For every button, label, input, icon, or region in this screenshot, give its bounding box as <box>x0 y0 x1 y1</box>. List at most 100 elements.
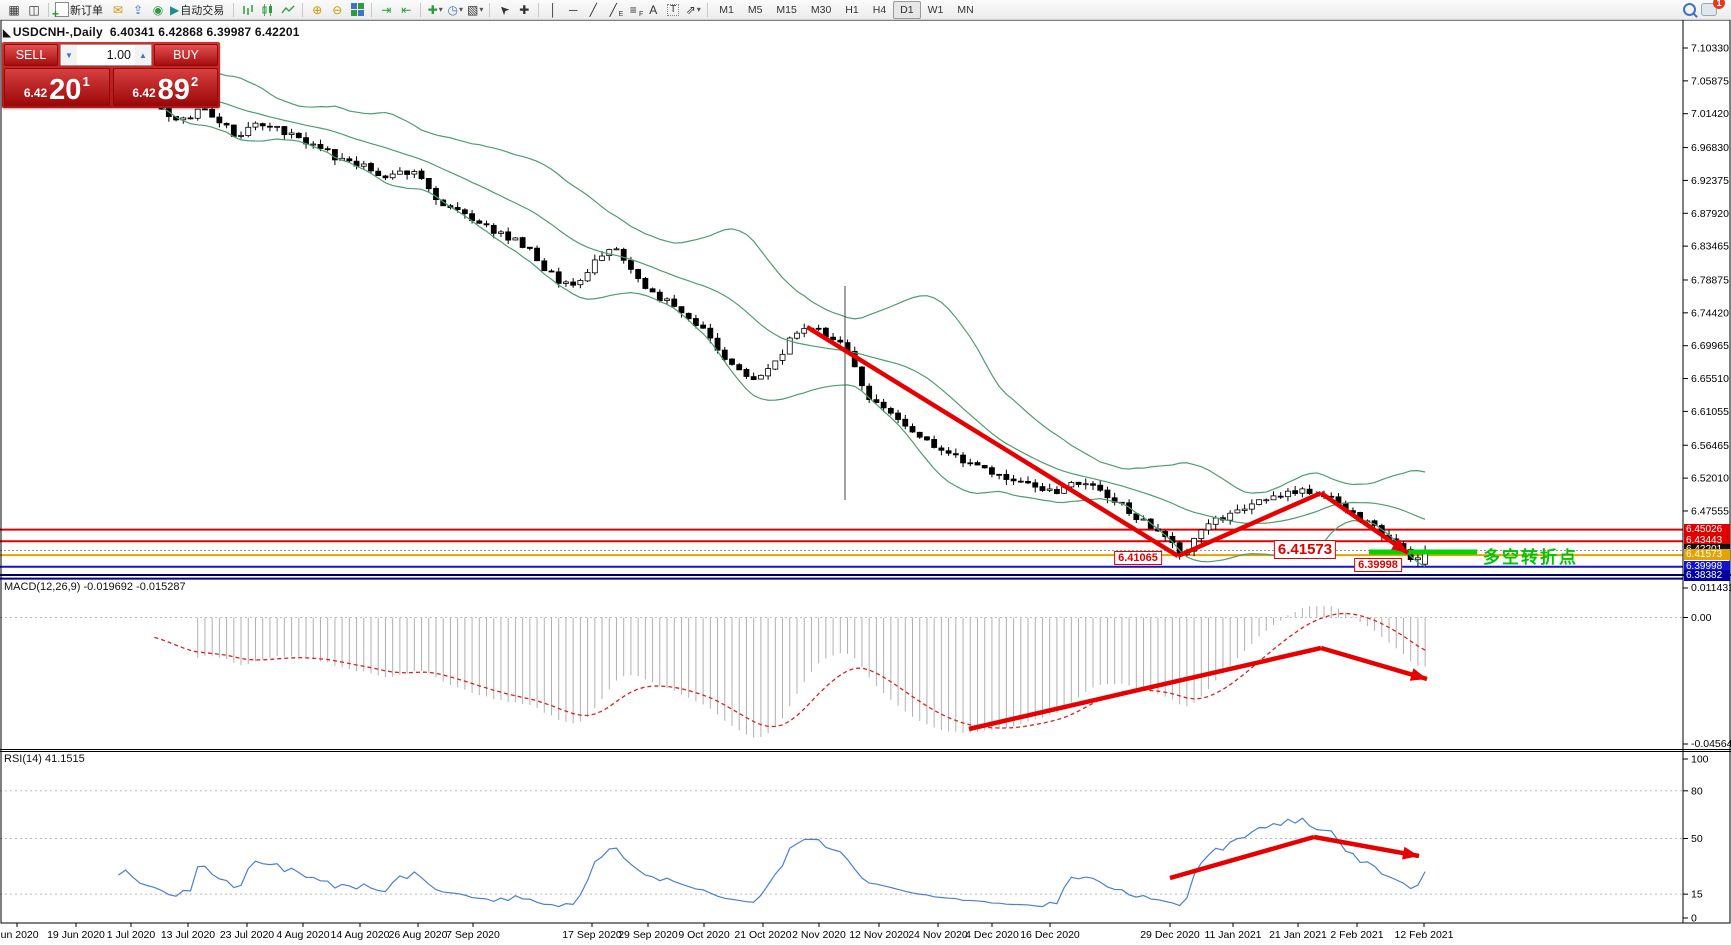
fibonacci-icon[interactable]: ≡F <box>623 1 643 19</box>
date-tick: 4 Aug 2020 <box>276 929 329 941</box>
price-tick: 6.83465 <box>1691 241 1729 253</box>
price-tick: 6.47555 <box>1691 505 1729 517</box>
trendline-icon[interactable]: ╱ <box>583 1 603 19</box>
date-tick: 19 Jun 2020 <box>47 929 105 941</box>
date-tick: 1 Jul 2020 <box>107 929 156 941</box>
periods-dropdown[interactable]: ◷▾ <box>445 1 465 19</box>
timeframe-M1[interactable]: M1 <box>712 1 741 19</box>
chat-icon[interactable]: 1 <box>1699 1 1719 19</box>
search-icon[interactable] <box>1679 1 1699 19</box>
timeframe-M15[interactable]: M15 <box>769 1 803 19</box>
separator <box>48 3 49 17</box>
zoom-in-icon[interactable]: ⊕ <box>307 1 327 19</box>
line-chart-icon[interactable] <box>278 1 298 19</box>
macd-max-tick: 0.011431 <box>1691 582 1731 594</box>
horizontal-line-icon[interactable]: ─ <box>563 1 583 19</box>
chart-shift-icon[interactable]: ⇤ <box>396 1 416 19</box>
price-annotation-6.39998[interactable]: 6.39998 <box>1354 558 1402 572</box>
date-tick: 12 Feb 2021 <box>1395 929 1454 941</box>
buy-button[interactable]: BUY <box>154 44 218 66</box>
price-tick: 6.52010 <box>1691 473 1729 485</box>
date-tick: 29 Dec 2020 <box>1140 929 1200 941</box>
macd-label: MACD(12,26,9) -0.019692 -0.015287 <box>4 581 186 593</box>
timeframe-MN[interactable]: MN <box>950 1 980 19</box>
vertical-line-icon[interactable]: │ <box>543 1 563 19</box>
templates-dropdown[interactable]: ▧▾ <box>465 1 485 19</box>
price-tick: 6.87920 <box>1691 208 1729 220</box>
separator <box>371 3 372 17</box>
profiles-icon[interactable]: ◫ <box>24 1 44 19</box>
price-tick: 6.78875 <box>1691 274 1729 286</box>
new-order-button[interactable]: + 新订单 <box>53 1 108 19</box>
notification-badge: 1 <box>1713 0 1725 9</box>
date-tick: 12 Nov 2020 <box>849 929 909 941</box>
axis-price-tag-6.38382: 6.38382 <box>1684 570 1730 581</box>
price-tick: 7.10330 <box>1691 43 1729 55</box>
rsi-label: RSI(14) 41.1515 <box>4 753 85 765</box>
date-tick: 14 Aug 2020 <box>331 929 390 941</box>
autotrading-button[interactable]: ▶ 自动交易 <box>168 1 229 19</box>
volume-stepper: ▼ 1.00 ▲ <box>60 44 152 66</box>
publish-icon[interactable]: ⇪ <box>128 1 148 19</box>
date-tick: 21 Oct 2020 <box>734 929 791 941</box>
rsi-tick: 15 <box>1691 889 1703 901</box>
date-tick: 2 Nov 2020 <box>792 929 846 941</box>
tile-windows-icon[interactable] <box>347 1 367 19</box>
candlestick-icon[interactable] <box>258 1 278 19</box>
separator <box>489 3 490 17</box>
date-tick: 23 Jul 2020 <box>220 929 274 941</box>
timeframe-M30[interactable]: M30 <box>804 1 838 19</box>
sell-button[interactable]: SELL <box>4 44 58 66</box>
auto-scroll-icon[interactable]: ⇥ <box>376 1 396 19</box>
separator <box>233 3 234 17</box>
volume-value[interactable]: 1.00 <box>77 45 135 65</box>
sell-price-button[interactable]: 6.42201 <box>4 68 110 106</box>
rsi-tick: 100 <box>1691 754 1709 766</box>
chart-canvas[interactable]: 7.103307.058757.014206.968306.923756.879… <box>0 0 1731 945</box>
date-tick: 11 Jan 2021 <box>1204 929 1261 941</box>
date-tick: 29 Sep 2020 <box>618 929 678 941</box>
text-tool-icon[interactable]: A <box>643 1 663 19</box>
date-tick: 4 Dec 2020 <box>965 929 1019 941</box>
price-tick: 7.05875 <box>1691 75 1729 87</box>
price-tick: 6.74420 <box>1691 307 1729 319</box>
ohlc-values: 6.40341 6.42868 6.39987 6.42201 <box>110 25 300 39</box>
timeframe-H1[interactable]: H1 <box>838 1 865 19</box>
axis-price-tag-6.45026: 6.45026 <box>1684 524 1730 535</box>
price-tick: 6.69965 <box>1691 340 1729 352</box>
price-annotation-6.41573[interactable]: 6.41573 <box>1274 540 1336 559</box>
date-tick: 17 Sep 2020 <box>562 929 622 941</box>
price-tick: 6.56465 <box>1691 440 1729 452</box>
timeframe-M5[interactable]: M5 <box>741 1 770 19</box>
bar-chart-icon[interactable] <box>238 1 258 19</box>
price-tick: 6.65510 <box>1691 373 1729 385</box>
separator <box>302 3 303 17</box>
date-tick: 24 Nov 2020 <box>908 929 968 941</box>
timeframe-D1[interactable]: D1 <box>893 1 920 19</box>
volume-up-button[interactable]: ▲ <box>135 45 151 65</box>
signals-icon[interactable]: ◉ <box>148 1 168 19</box>
rsi-tick: 80 <box>1691 785 1703 797</box>
mt4-window: 7.103307.058757.014206.968306.923756.879… <box>0 0 1731 945</box>
turning-point-label: 多空转折点 <box>1483 543 1578 568</box>
one-click-trading-panel: SELL ▼ 1.00 ▲ BUY 6.42201 6.42892 <box>2 42 220 108</box>
zoom-out-icon[interactable]: ⊖ <box>327 1 347 19</box>
date-tick: 7 Sep 2020 <box>446 929 500 941</box>
timeframe-H4[interactable]: H4 <box>866 1 893 19</box>
arrows-tool-dropdown[interactable]: ⇗▾ <box>683 1 703 19</box>
channel-icon[interactable]: ╱E <box>603 1 623 19</box>
new-chart-icon[interactable]: ▦ <box>4 1 24 19</box>
buy-price-button[interactable]: 6.42892 <box>113 68 219 106</box>
label-tool-icon[interactable]: T <box>663 1 683 19</box>
crosshair-icon[interactable]: ✚ <box>514 1 534 19</box>
mail-icon[interactable]: ✉ <box>108 1 128 19</box>
volume-down-button[interactable]: ▼ <box>61 45 77 65</box>
cursor-icon[interactable]: ➤ <box>494 1 514 19</box>
rsi-tick: 50 <box>1691 833 1703 845</box>
indicators-dropdown[interactable]: ✚▾ <box>425 1 445 19</box>
window-icon: ◣ <box>3 28 11 39</box>
date-tick: 21 Jan 2021 <box>1269 929 1327 941</box>
timeframe-W1[interactable]: W1 <box>921 1 951 19</box>
date-tick: 26 Aug 2020 <box>389 929 448 941</box>
price-annotation-6.41065[interactable]: 6.41065 <box>1114 551 1162 565</box>
